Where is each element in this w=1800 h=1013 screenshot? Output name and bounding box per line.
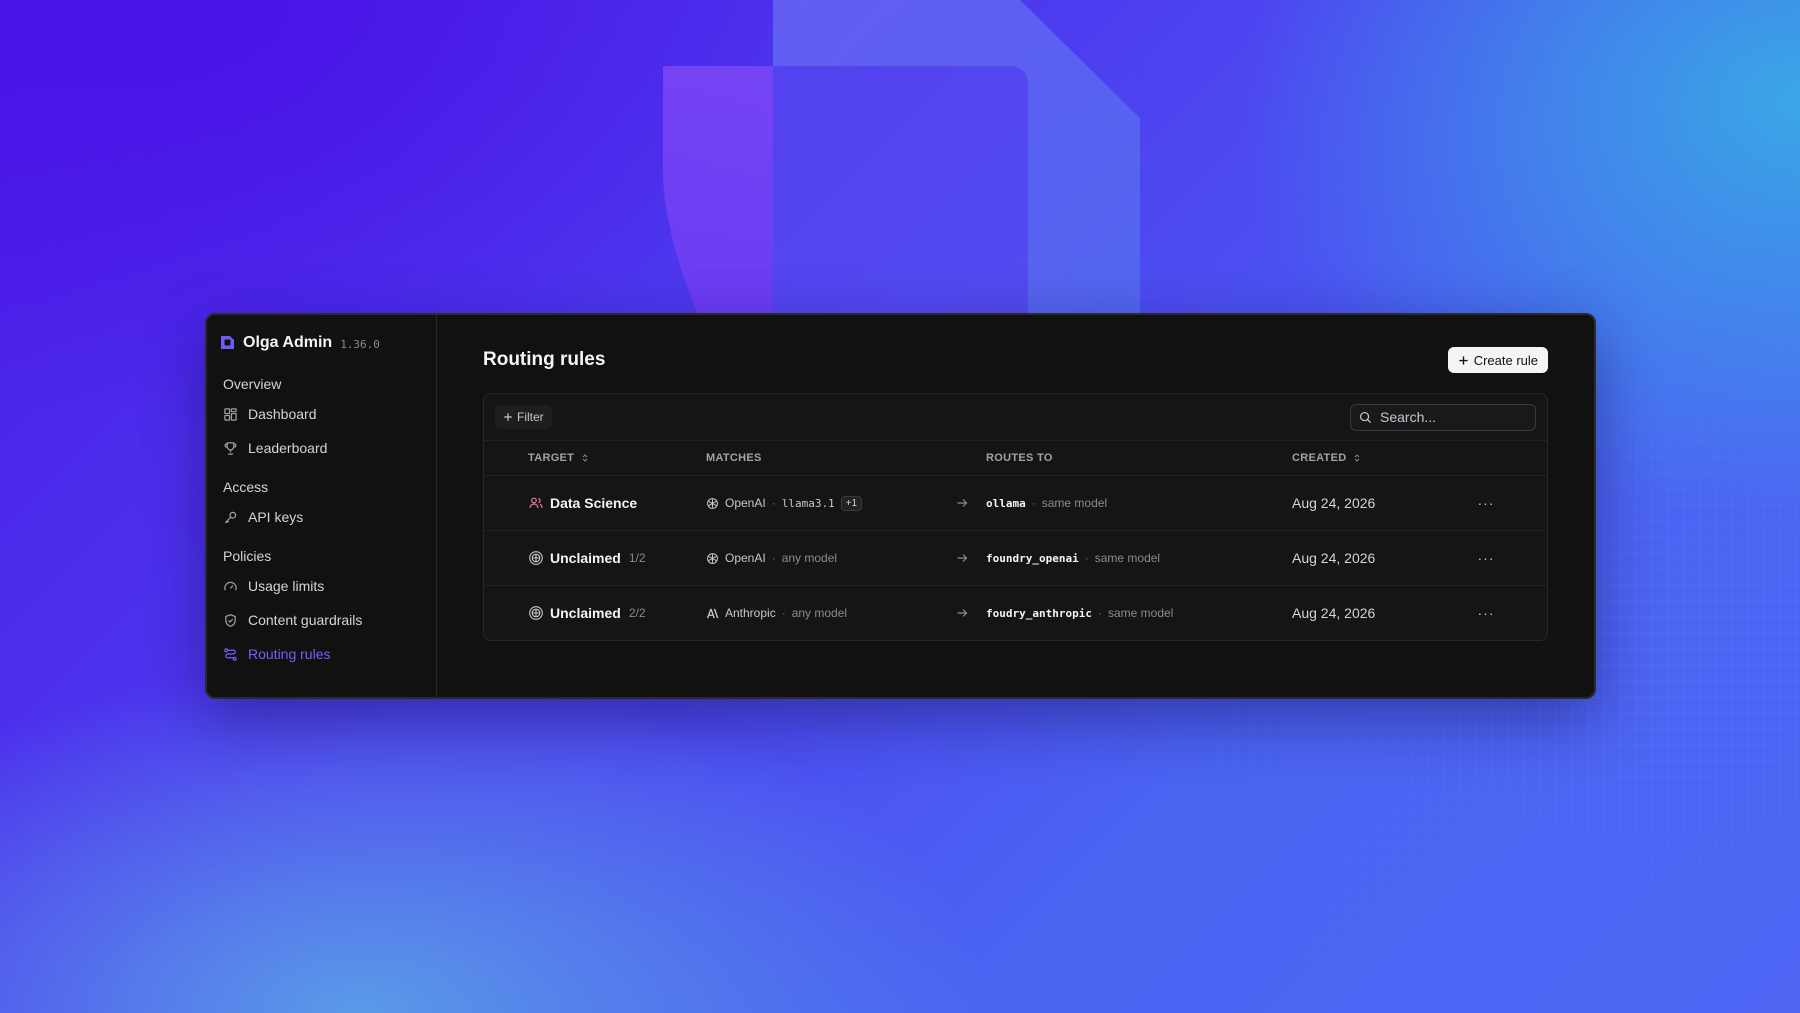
sidebar-item-label: Content guardrails xyxy=(248,612,363,628)
olga-logo-icon xyxy=(217,333,237,353)
page-title: Routing rules xyxy=(483,349,606,370)
model-name: any model xyxy=(791,606,848,620)
header-routes-label: ROUTES TO xyxy=(986,452,1053,464)
sort-icon xyxy=(582,454,588,462)
filter-button[interactable]: Filter xyxy=(495,405,552,429)
dashboard-icon xyxy=(224,407,237,421)
nav-section-overview: Overview xyxy=(223,376,282,392)
sidebar-item-routing-rules[interactable]: Routing rules xyxy=(217,637,426,671)
arrow-right-icon xyxy=(957,554,968,562)
created-date: Aug 24, 2026 xyxy=(1292,605,1376,621)
globe-icon xyxy=(528,550,544,566)
route-target: foudry_anthropic xyxy=(986,606,1092,620)
provider-name: Anthropic xyxy=(725,606,776,620)
arrow-right-icon xyxy=(957,609,968,617)
globe-icon xyxy=(528,605,544,621)
table-row[interactable]: Unclaimed 1/2 OpenAI · any model foundry… xyxy=(484,530,1547,585)
route-model: same model xyxy=(1107,606,1174,620)
app-window: Olga Admin 1.36.0 Overview Dashboard Lea… xyxy=(205,313,1596,699)
plus-icon xyxy=(504,413,512,421)
sidebar: Olga Admin 1.36.0 Overview Dashboard Lea… xyxy=(207,315,437,697)
search-box[interactable] xyxy=(1350,403,1536,431)
brand[interactable]: Olga Admin 1.36.0 xyxy=(217,331,426,355)
create-rule-label: Create rule xyxy=(1473,352,1538,368)
sidebar-item-leaderboard[interactable]: Leaderboard xyxy=(217,431,426,465)
target-name: Data Science xyxy=(550,495,638,511)
model-name: any model xyxy=(781,551,838,565)
target-name: Unclaimed xyxy=(550,605,621,621)
openai-icon xyxy=(706,552,719,565)
gauge-icon xyxy=(224,581,237,590)
anthropic-icon xyxy=(706,607,719,620)
sidebar-item-content-guardrails[interactable]: Content guardrails xyxy=(217,603,426,637)
app-version: 1.36.0 xyxy=(340,337,380,351)
more-actions-icon[interactable]: ··· xyxy=(1478,550,1495,566)
users-icon xyxy=(528,495,544,511)
search-input[interactable] xyxy=(1380,409,1520,425)
provider-name: OpenAI xyxy=(725,496,766,510)
sidebar-item-api-keys[interactable]: API keys xyxy=(217,500,426,534)
nav-section-policies: Policies xyxy=(223,548,272,564)
header-target[interactable]: TARGET xyxy=(484,452,706,464)
arrow-right-icon xyxy=(957,499,968,507)
table-toolbar: Filter xyxy=(484,394,1547,440)
more-actions-icon[interactable]: ··· xyxy=(1478,495,1495,511)
target-count: 2/2 xyxy=(628,606,646,620)
sidebar-item-label: Leaderboard xyxy=(248,440,328,456)
route-model: same model xyxy=(1094,551,1161,565)
table-header: TARGET MATCHES ROUTES TO CREATED xyxy=(484,440,1547,475)
plus-icon xyxy=(1459,355,1468,365)
created-date: Aug 24, 2026 xyxy=(1292,550,1376,566)
page-header: Routing rules Create rule xyxy=(483,345,1548,375)
main-content: Routing rules Create rule Filter TARGE xyxy=(437,315,1594,697)
sidebar-item-label: Dashboard xyxy=(248,406,317,422)
header-created[interactable]: CREATED xyxy=(1292,452,1466,464)
create-rule-button[interactable]: Create rule xyxy=(1447,347,1548,373)
sidebar-item-label: API keys xyxy=(248,509,304,525)
trophy-icon xyxy=(224,441,237,455)
route-model: same model xyxy=(1041,496,1108,510)
created-date: Aug 24, 2026 xyxy=(1292,495,1376,511)
route-target: foundry_openai xyxy=(986,551,1079,565)
openai-icon xyxy=(706,497,719,510)
provider-name: OpenAI xyxy=(725,551,766,565)
table-row[interactable]: Data Science OpenAI · llama3.1 +1 ollama… xyxy=(484,475,1547,530)
filter-label: Filter xyxy=(517,410,544,424)
route-icon xyxy=(224,647,237,661)
target-count: 1/2 xyxy=(628,551,646,565)
sidebar-item-usage-limits[interactable]: Usage limits xyxy=(217,569,426,603)
header-target-label: TARGET xyxy=(528,452,575,464)
sort-icon xyxy=(1355,454,1360,462)
model-name: llama3.1 xyxy=(781,496,835,510)
nav-section-access: Access xyxy=(223,479,269,495)
app-name: Olga Admin xyxy=(243,334,333,351)
key-icon xyxy=(224,511,237,523)
header-matches-label: MATCHES xyxy=(706,452,762,464)
header-created-label: CREATED xyxy=(1292,452,1347,464)
table-row[interactable]: Unclaimed 2/2 Anthropic · any model foud… xyxy=(484,585,1547,640)
target-name: Unclaimed xyxy=(550,550,621,566)
sidebar-item-label: Usage limits xyxy=(248,578,325,594)
search-icon xyxy=(1359,411,1372,423)
more-actions-icon[interactable]: ··· xyxy=(1478,605,1495,621)
extra-models-badge[interactable]: +1 xyxy=(840,495,863,511)
rules-table-panel: Filter TARGET MATCHES ROUTES TO xyxy=(483,393,1548,641)
header-matches: MATCHES xyxy=(706,452,956,464)
sidebar-item-dashboard[interactable]: Dashboard xyxy=(217,397,426,431)
shield-check-icon xyxy=(225,613,236,627)
sidebar-item-label: Routing rules xyxy=(248,646,331,662)
header-routes-to: ROUTES TO xyxy=(986,452,1292,464)
route-target: ollama xyxy=(986,496,1026,510)
